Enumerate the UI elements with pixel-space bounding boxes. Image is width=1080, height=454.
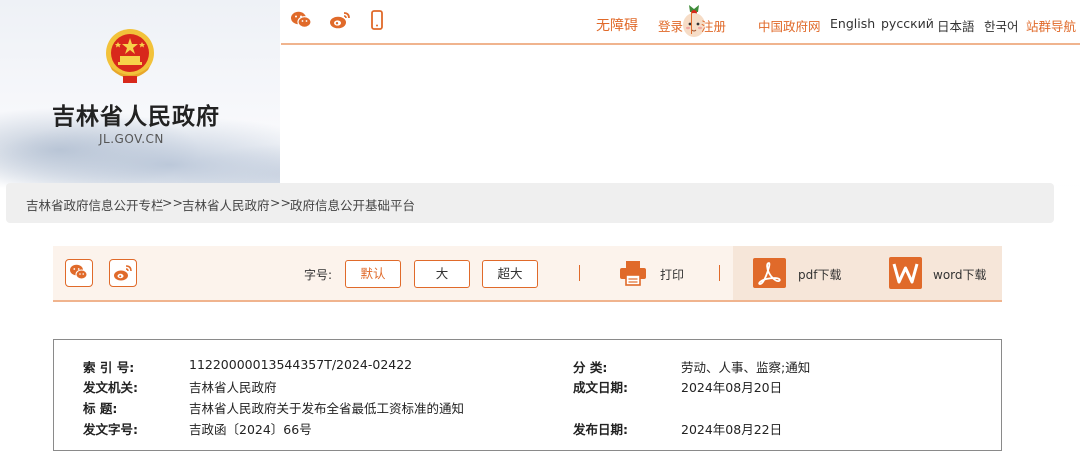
- publish-date-label: 发布日期:: [573, 422, 628, 437]
- wechat-icon: [70, 264, 88, 280]
- gov-portal-link[interactable]: 中国政府网: [758, 16, 821, 35]
- login-link[interactable]: 登录: [658, 16, 683, 35]
- register-link[interactable]: 注册: [701, 16, 726, 35]
- written-date-label: 成文日期:: [573, 380, 628, 395]
- share-weibo-button[interactable]: [109, 259, 137, 287]
- mobile-icon[interactable]: [371, 10, 383, 30]
- word-icon[interactable]: [889, 257, 922, 289]
- site-nav-link[interactable]: 站群导航: [1026, 16, 1076, 35]
- index-number-label: 索 引 号:: [83, 360, 135, 375]
- written-date-value: 2024年08月20日: [681, 380, 783, 395]
- breadcrumb-separator: >>: [270, 195, 291, 210]
- top-bar: 无障碍 登录 注册 中国政府网 English русский 日本語 한국어 …: [281, 0, 1080, 45]
- article-toolbar: 字号: 默认 大 超大 打印 pdf下载 word下载: [53, 246, 1002, 302]
- doc-number-value: 吉政函〔2024〕66号: [189, 422, 312, 437]
- lang-english-link[interactable]: English: [830, 16, 875, 31]
- weibo-icon[interactable]: [329, 10, 351, 30]
- site-domain: JL.GOV.CN: [99, 132, 164, 146]
- share-wechat-button[interactable]: [65, 259, 93, 287]
- font-size-label: 字号:: [304, 268, 333, 282]
- weibo-icon: [114, 265, 132, 281]
- document-info-table: 索 引 号: 11220000013544357T/2024-02422 分 类…: [53, 339, 1002, 451]
- word-download-link[interactable]: word下载: [933, 266, 987, 283]
- issuing-authority-value: 吉林省人民政府: [189, 380, 277, 395]
- doc-title-value: 吉林省人民政府关于发布全省最低工资标准的通知: [189, 401, 465, 416]
- login-divider: [691, 12, 692, 34]
- doc-title-label: 标 题:: [83, 401, 118, 416]
- pdf-icon[interactable]: [753, 258, 786, 288]
- doc-number-label: 发文字号:: [83, 422, 138, 437]
- category-label: 分 类:: [573, 360, 608, 375]
- print-link[interactable]: 打印: [660, 266, 684, 283]
- site-title[interactable]: 吉林省人民政府: [52, 97, 220, 131]
- breadcrumb-separator: >>: [162, 195, 183, 210]
- printer-icon[interactable]: [619, 260, 647, 286]
- wechat-icon[interactable]: [290, 10, 312, 30]
- font-size-xlarge-button[interactable]: 超大: [482, 260, 538, 288]
- index-number-value: 11220000013544357T/2024-02422: [189, 357, 413, 372]
- toolbar-divider: [579, 265, 580, 281]
- font-size-large-button[interactable]: 大: [414, 260, 470, 288]
- lang-korean-link[interactable]: 한국어: [984, 16, 1019, 35]
- accessibility-link[interactable]: 无障碍: [596, 15, 638, 35]
- lang-russian-link[interactable]: русский: [881, 16, 934, 31]
- pdf-download-link[interactable]: pdf下载: [798, 266, 841, 283]
- lang-japanese-link[interactable]: 日本語: [937, 16, 975, 35]
- breadcrumb-item-info-column[interactable]: 吉林省政府信息公开专栏: [26, 195, 164, 214]
- breadcrumb-item-platform[interactable]: 政府信息公开基础平台: [290, 195, 415, 214]
- issuing-authority-label: 发文机关:: [83, 380, 138, 395]
- toolbar-divider: [719, 265, 720, 281]
- category-value: 劳动、人事、监察;通知: [681, 360, 811, 375]
- publish-date-value: 2024年08月22日: [681, 422, 783, 437]
- breadcrumb: 吉林省政府信息公开专栏 >> 吉林省人民政府 >> 政府信息公开基础平台: [6, 183, 1054, 223]
- national-emblem-icon: [106, 29, 154, 83]
- breadcrumb-item-provincial-gov[interactable]: 吉林省人民政府: [182, 195, 270, 214]
- font-size-default-button[interactable]: 默认: [345, 260, 401, 288]
